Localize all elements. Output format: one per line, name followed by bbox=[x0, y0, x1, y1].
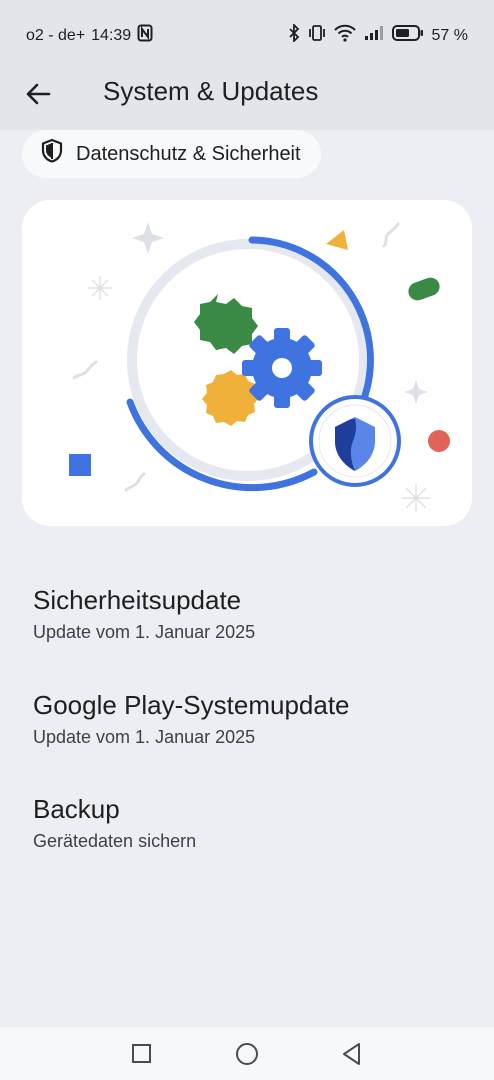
item-title: Sicherheitsupdate bbox=[33, 585, 242, 615]
item-subtitle: Gerätedaten sichern bbox=[33, 831, 197, 851]
home-button[interactable] bbox=[232, 1039, 262, 1069]
pill-shape bbox=[408, 277, 440, 301]
vibrate-icon bbox=[308, 24, 326, 47]
security-update-item[interactable]: Sicherheitsupdate Update vom 1. Januar 2… bbox=[33, 585, 473, 643]
recents-icon bbox=[127, 1044, 157, 1073]
green-gear-shape bbox=[194, 294, 258, 354]
bluetooth-icon bbox=[288, 22, 300, 47]
item-subtitle: Update vom 1. Januar 2025 bbox=[33, 727, 256, 747]
arrow-left-icon bbox=[22, 83, 54, 114]
navigation-bar bbox=[0, 1027, 494, 1080]
square-shape bbox=[69, 454, 91, 476]
item-title: Backup bbox=[33, 794, 120, 824]
chip-label: Datenschutz & Sicherheit bbox=[76, 142, 301, 165]
back-nav-button[interactable] bbox=[337, 1039, 367, 1069]
triangle-shape bbox=[326, 230, 348, 250]
home-icon bbox=[232, 1043, 262, 1073]
blue-gear-icon bbox=[242, 328, 322, 408]
recents-button[interactable] bbox=[127, 1039, 157, 1069]
dot-shape bbox=[428, 430, 450, 452]
status-right: 57 % bbox=[288, 22, 468, 47]
page-title: System & Updates bbox=[103, 76, 319, 106]
google-play-system-update-item[interactable]: Google Play-Systemupdate Update vom 1. J… bbox=[33, 690, 473, 748]
privacy-security-chip[interactable]: Datenschutz & Sicherheit bbox=[22, 130, 321, 178]
shield-icon bbox=[40, 138, 64, 170]
item-subtitle: Update vom 1. Januar 2025 bbox=[33, 622, 256, 642]
back-triangle-icon bbox=[337, 1043, 367, 1073]
yellow-gear-shape bbox=[202, 370, 259, 426]
status-bar: o2 - de+ 14:39 57 % bbox=[0, 0, 494, 66]
shield-badge-icon bbox=[309, 395, 401, 487]
hero-illustration bbox=[22, 200, 472, 526]
signal-icon bbox=[364, 25, 384, 46]
backup-item[interactable]: Backup Gerätedaten sichern bbox=[33, 794, 473, 852]
app-bar: System & Updates bbox=[0, 66, 494, 130]
nfc-icon bbox=[137, 24, 153, 47]
item-title: Google Play-Systemupdate bbox=[33, 690, 350, 720]
carrier-label: o2 - de+ bbox=[26, 26, 86, 44]
status-left: o2 - de+ 14:39 bbox=[26, 24, 153, 47]
wifi-icon bbox=[333, 24, 356, 47]
clock: 14:39 bbox=[91, 26, 132, 44]
battery-percent: 57 % bbox=[431, 26, 468, 44]
back-button[interactable] bbox=[22, 78, 54, 110]
battery-icon bbox=[391, 24, 424, 47]
